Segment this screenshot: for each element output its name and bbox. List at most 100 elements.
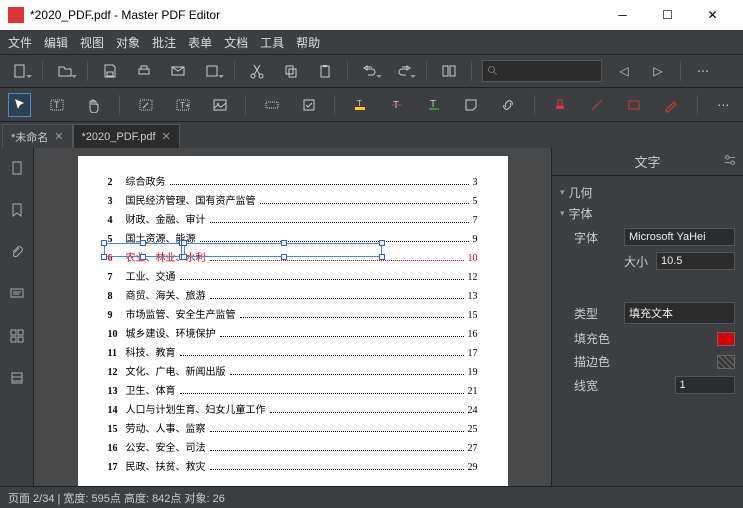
toc-line[interactable]: 2综合政务3: [108, 173, 478, 187]
toc-line[interactable]: 15劳动、人事、监察25: [108, 420, 478, 434]
stroke-color-swatch[interactable]: [717, 355, 735, 369]
toc-line[interactable]: 9市场监管、安全生产监管15: [108, 306, 478, 320]
panel-title: 文字: [634, 152, 660, 171]
edit-text-tool[interactable]: [134, 93, 157, 117]
toc-line[interactable]: 7工业、交通12: [108, 268, 478, 282]
titlebar: *2020_PDF.pdf - Master PDF Editor ─ ☐ ✕: [0, 0, 743, 30]
settings-icon[interactable]: [723, 153, 737, 170]
menu-form[interactable]: 表单: [188, 34, 212, 51]
section-geometry[interactable]: 几何: [560, 184, 735, 201]
link-tool[interactable]: [497, 93, 520, 117]
toc-line[interactable]: 8商贸、海关、旅游13: [108, 287, 478, 301]
form-check-tool[interactable]: [297, 93, 320, 117]
add-text-tool[interactable]: T+: [171, 93, 194, 117]
toolbar-main: ◁ ▷ ⋯: [0, 54, 743, 88]
attachments-button[interactable]: [5, 240, 29, 264]
menu-view[interactable]: 视图: [80, 34, 104, 51]
highlight-tool[interactable]: T: [349, 93, 372, 117]
image-tool[interactable]: [208, 93, 231, 117]
toc-line[interactable]: 17民政、扶贫、救灾29: [108, 458, 478, 472]
menu-file[interactable]: 文件: [8, 34, 32, 51]
font-value[interactable]: Microsoft YaHei: [624, 228, 735, 246]
toc-line[interactable]: 4财政、金融、审计7: [108, 211, 478, 225]
menu-tool[interactable]: 工具: [260, 34, 284, 51]
menu-object[interactable]: 对象: [116, 34, 140, 51]
tab-active[interactable]: *2020_PDF.pdf ✕: [73, 124, 180, 148]
document-tabs: *未命名 ✕ *2020_PDF.pdf ✕: [0, 122, 743, 148]
width-label: 线宽: [574, 377, 624, 394]
minimize-button[interactable]: ─: [600, 0, 645, 30]
copy-button[interactable]: [279, 59, 303, 83]
form-text-tool[interactable]: [260, 93, 283, 117]
redo-button[interactable]: [392, 59, 416, 83]
app-logo: [8, 7, 24, 23]
section-font[interactable]: 字体: [560, 205, 735, 222]
size-value[interactable]: 10.5: [656, 252, 735, 270]
thumbnails-button[interactable]: [5, 156, 29, 180]
select-tool[interactable]: [8, 93, 31, 117]
open-button[interactable]: [53, 59, 77, 83]
maximize-button[interactable]: ☐: [645, 0, 690, 30]
tab-unnamed[interactable]: *未命名 ✕: [2, 124, 73, 148]
close-button[interactable]: ✕: [690, 0, 735, 30]
search-next-button[interactable]: ▷: [646, 59, 670, 83]
window-title: *2020_PDF.pdf - Master PDF Editor: [30, 8, 600, 22]
toc-line[interactable]: 10城乡建设、环境保护16: [108, 325, 478, 339]
note-tool[interactable]: [460, 93, 483, 117]
email-button[interactable]: [166, 59, 190, 83]
toc-line[interactable]: 13卫生、体育21: [108, 382, 478, 396]
close-icon[interactable]: ✕: [54, 130, 63, 143]
svg-text:T: T: [430, 99, 436, 110]
type-label: 类型: [574, 305, 624, 322]
menu-annotate[interactable]: 批注: [152, 34, 176, 51]
line-tool[interactable]: [586, 93, 609, 117]
menu-doc[interactable]: 文档: [224, 34, 248, 51]
comments-button[interactable]: [5, 282, 29, 306]
menu-edit[interactable]: 编辑: [44, 34, 68, 51]
strikeout-tool[interactable]: T: [386, 93, 409, 117]
fields-button[interactable]: [5, 324, 29, 348]
tab-label: *未命名: [11, 129, 48, 145]
toc-line[interactable]: 3国民经济管理、国有资产监管5: [108, 192, 478, 206]
toc-line[interactable]: 14人口与计划生育、妇女儿童工作24: [108, 401, 478, 415]
rect-tool[interactable]: [623, 93, 646, 117]
fill-color-swatch[interactable]: [717, 332, 735, 346]
text-tool[interactable]: T: [45, 93, 68, 117]
pencil-tool[interactable]: [660, 93, 683, 117]
bookmarks-button[interactable]: [5, 198, 29, 222]
more-button[interactable]: ⋯: [691, 59, 715, 83]
svg-text:T+: T+: [180, 101, 190, 110]
fill-label: 填充色: [574, 330, 624, 347]
document-area[interactable]: 2综合政务3 3国民经济管理、国有资产监管5 4财政、金融、审计7 5国土资源、能源9…: [34, 148, 551, 486]
statusbar: 页面 2/34 | 宽度: 595点 高度: 842点 对象: 26: [0, 486, 743, 508]
toc-line[interactable]: 16公安、安全、司法27: [108, 439, 478, 453]
search-input[interactable]: [482, 60, 602, 82]
toc-line[interactable]: 11科技、教育17: [108, 344, 478, 358]
print-button[interactable]: [132, 59, 156, 83]
edit-doc-button[interactable]: [437, 59, 461, 83]
underline-tool[interactable]: T: [423, 93, 446, 117]
svg-text:T: T: [54, 100, 60, 110]
toc-line[interactable]: 12文化、广电、新闻出版19: [108, 363, 478, 377]
toc-line[interactable]: 5国土资源、能源9: [108, 230, 478, 244]
paste-button[interactable]: [313, 59, 337, 83]
properties-panel: 文字 几何 字体 字体 Microsoft YaHei 大小 10.5 类型 填…: [551, 148, 743, 486]
cut-button[interactable]: [245, 59, 269, 83]
status-text: 页面 2/34 | 宽度: 595点 高度: 842点 对象: 26: [8, 490, 225, 506]
scan-button[interactable]: [200, 59, 224, 83]
type-value[interactable]: 填充文本: [624, 302, 735, 324]
hand-tool[interactable]: [82, 93, 105, 117]
save-button[interactable]: [98, 59, 122, 83]
width-value[interactable]: 1: [675, 376, 736, 394]
more-tools-button[interactable]: ⋯: [712, 93, 735, 117]
stamp-tool[interactable]: [549, 93, 572, 117]
svg-text:T: T: [357, 99, 362, 108]
search-prev-button[interactable]: ◁: [612, 59, 636, 83]
stroke-label: 描边色: [574, 353, 624, 370]
close-icon[interactable]: ✕: [162, 130, 171, 143]
toolbar-tools: T T+ T T T ⋯: [0, 88, 743, 122]
undo-button[interactable]: [358, 59, 382, 83]
menu-help[interactable]: 帮助: [296, 34, 320, 51]
new-button[interactable]: [8, 59, 32, 83]
layers-button[interactable]: [5, 366, 29, 390]
